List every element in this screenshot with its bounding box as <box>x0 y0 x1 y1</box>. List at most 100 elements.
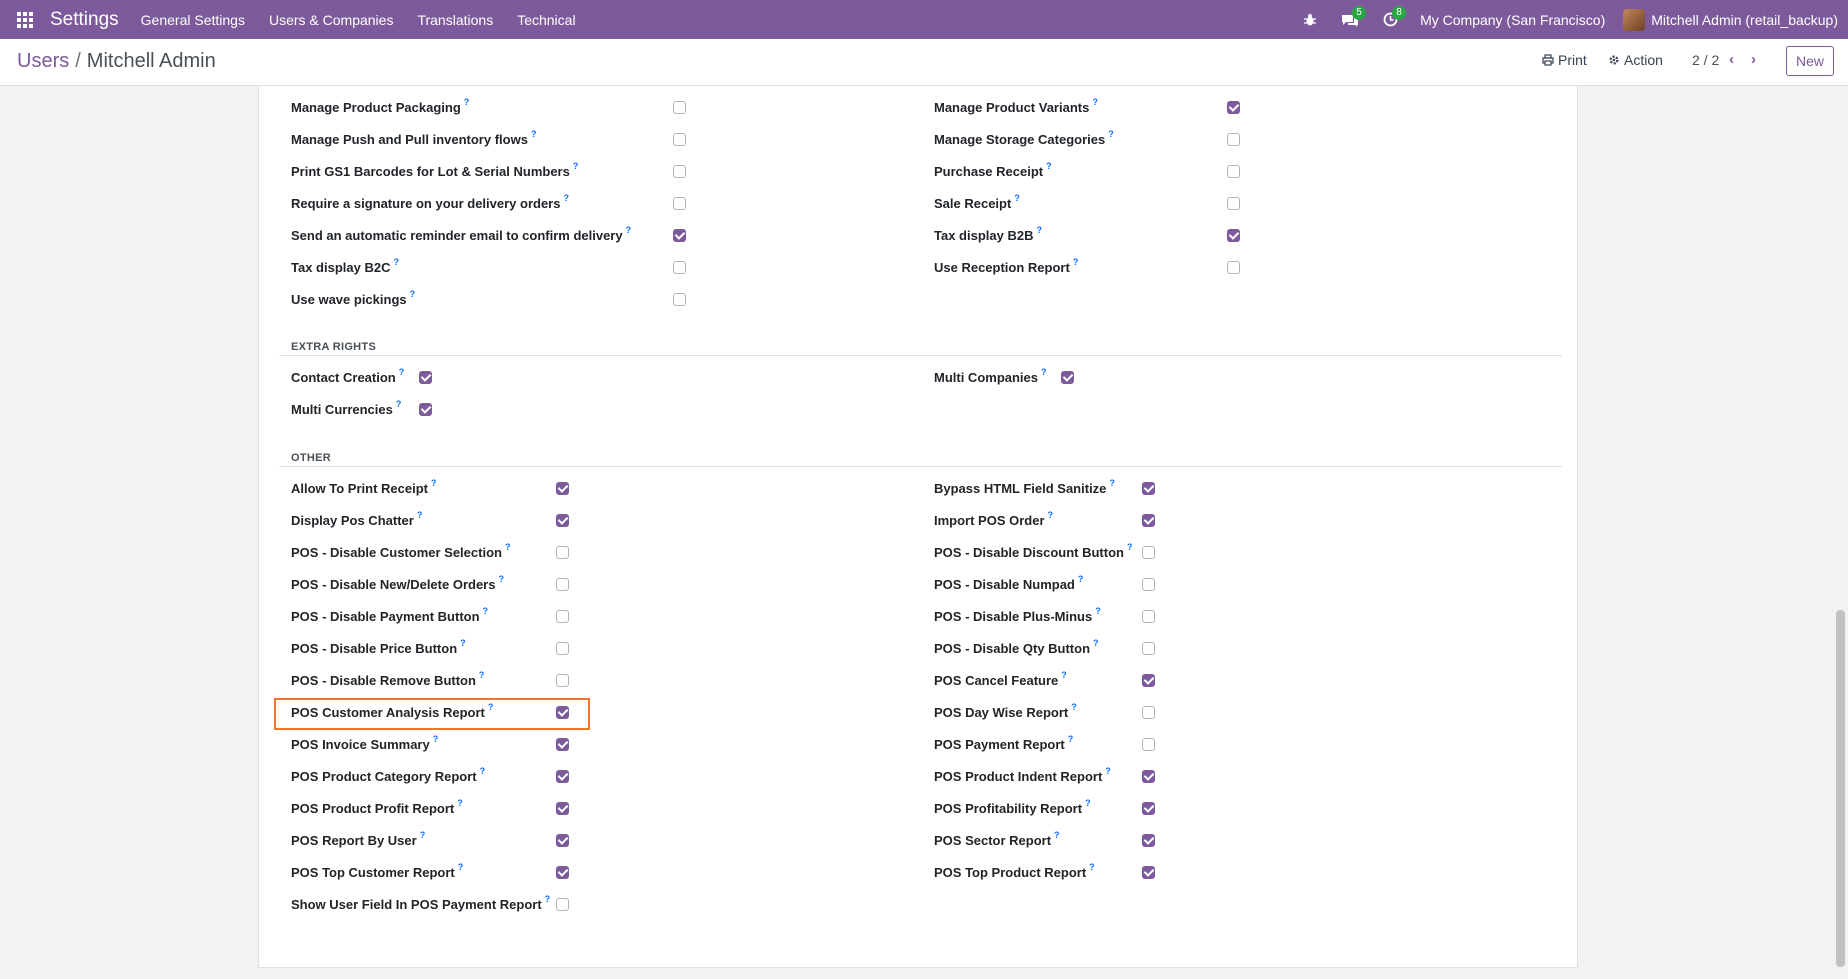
checkbox[interactable] <box>1142 738 1155 751</box>
help-tooltip-icon[interactable]: ? <box>457 798 463 808</box>
help-tooltip-icon[interactable]: ? <box>1092 97 1098 107</box>
menu-users-companies[interactable]: Users & Companies <box>269 12 394 28</box>
checkbox[interactable] <box>1227 101 1240 114</box>
menu-general-settings[interactable]: General Settings <box>141 12 245 28</box>
checkbox[interactable] <box>1227 165 1240 178</box>
help-tooltip-icon[interactable]: ? <box>1068 734 1074 744</box>
help-tooltip-icon[interactable]: ? <box>1078 574 1084 584</box>
activities-clock-icon[interactable]: 8 <box>1370 0 1410 39</box>
help-tooltip-icon[interactable]: ? <box>420 830 426 840</box>
menu-technical[interactable]: Technical <box>517 12 575 28</box>
checkbox[interactable] <box>556 706 569 719</box>
checkbox[interactable] <box>1142 578 1155 591</box>
help-tooltip-icon[interactable]: ? <box>399 367 405 377</box>
checkbox[interactable] <box>556 898 569 911</box>
help-tooltip-icon[interactable]: ? <box>498 574 504 584</box>
checkbox[interactable] <box>1227 197 1240 210</box>
checkbox[interactable] <box>1142 642 1155 655</box>
help-tooltip-icon[interactable]: ? <box>1048 510 1054 520</box>
pager-previous-icon[interactable]: ‹ <box>1729 51 1734 68</box>
checkbox[interactable] <box>1142 514 1155 527</box>
checkbox[interactable] <box>673 101 686 114</box>
debug-bug-icon[interactable] <box>1290 0 1330 39</box>
help-tooltip-icon[interactable]: ? <box>1036 225 1042 235</box>
checkbox[interactable] <box>1142 770 1155 783</box>
checkbox[interactable] <box>673 293 686 306</box>
help-tooltip-icon[interactable]: ? <box>433 734 439 744</box>
print-button[interactable]: Print <box>1542 52 1587 68</box>
checkbox[interactable] <box>1227 229 1240 242</box>
messages-icon[interactable]: 5 <box>1330 0 1370 39</box>
checkbox[interactable] <box>1142 866 1155 879</box>
apps-menu-icon[interactable] <box>0 0 50 39</box>
help-tooltip-icon[interactable]: ? <box>545 894 551 904</box>
help-tooltip-icon[interactable]: ? <box>431 478 437 488</box>
checkbox[interactable] <box>556 642 569 655</box>
checkbox[interactable] <box>556 514 569 527</box>
checkbox[interactable] <box>556 738 569 751</box>
checkbox[interactable] <box>556 610 569 623</box>
help-tooltip-icon[interactable]: ? <box>1109 478 1115 488</box>
help-tooltip-icon[interactable]: ? <box>1041 367 1047 377</box>
checkbox[interactable] <box>1142 674 1155 687</box>
checkbox[interactable] <box>556 866 569 879</box>
help-tooltip-icon[interactable]: ? <box>483 606 489 616</box>
help-tooltip-icon[interactable]: ? <box>1014 193 1020 203</box>
help-tooltip-icon[interactable]: ? <box>393 257 399 267</box>
help-tooltip-icon[interactable]: ? <box>1054 830 1060 840</box>
help-tooltip-icon[interactable]: ? <box>1085 798 1091 808</box>
checkbox[interactable] <box>1227 133 1240 146</box>
checkbox[interactable] <box>1142 482 1155 495</box>
help-tooltip-icon[interactable]: ? <box>1073 257 1079 267</box>
scrollbar[interactable] <box>1836 610 1845 967</box>
help-tooltip-icon[interactable]: ? <box>626 225 632 235</box>
help-tooltip-icon[interactable]: ? <box>460 638 466 648</box>
help-tooltip-icon[interactable]: ? <box>563 193 569 203</box>
help-tooltip-icon[interactable]: ? <box>1105 766 1111 776</box>
avatar[interactable] <box>1623 8 1646 31</box>
checkbox[interactable] <box>556 834 569 847</box>
checkbox[interactable] <box>673 165 686 178</box>
menu-translations[interactable]: Translations <box>417 12 493 28</box>
pager-value[interactable]: 2 / 2 <box>1692 52 1719 68</box>
company-switcher[interactable]: My Company (San Francisco) <box>1420 12 1605 28</box>
checkbox[interactable] <box>556 578 569 591</box>
checkbox[interactable] <box>556 802 569 815</box>
checkbox[interactable] <box>1061 371 1074 384</box>
help-tooltip-icon[interactable]: ? <box>464 97 470 107</box>
checkbox[interactable] <box>556 674 569 687</box>
help-tooltip-icon[interactable]: ? <box>1093 638 1099 648</box>
checkbox[interactable] <box>1142 802 1155 815</box>
checkbox[interactable] <box>1142 610 1155 623</box>
checkbox[interactable] <box>1142 834 1155 847</box>
checkbox[interactable] <box>1227 261 1240 274</box>
help-tooltip-icon[interactable]: ? <box>488 702 494 712</box>
app-brand[interactable]: Settings <box>50 9 119 31</box>
help-tooltip-icon[interactable]: ? <box>1046 161 1052 171</box>
help-tooltip-icon[interactable]: ? <box>531 129 537 139</box>
checkbox[interactable] <box>673 197 686 210</box>
checkbox[interactable] <box>419 403 432 416</box>
help-tooltip-icon[interactable]: ? <box>396 399 402 409</box>
new-button[interactable]: New <box>1786 46 1834 76</box>
pager-next-icon[interactable]: › <box>1751 51 1756 68</box>
checkbox[interactable] <box>673 261 686 274</box>
checkbox[interactable] <box>419 371 432 384</box>
action-button[interactable]: Action <box>1608 52 1663 68</box>
checkbox[interactable] <box>1142 706 1155 719</box>
help-tooltip-icon[interactable]: ? <box>1095 606 1101 616</box>
help-tooltip-icon[interactable]: ? <box>573 161 579 171</box>
help-tooltip-icon[interactable]: ? <box>458 862 464 872</box>
help-tooltip-icon[interactable]: ? <box>1061 670 1067 680</box>
user-menu[interactable]: Mitchell Admin (retail_backup) <box>1651 12 1838 28</box>
help-tooltip-icon[interactable]: ? <box>410 289 416 299</box>
checkbox[interactable] <box>556 546 569 559</box>
help-tooltip-icon[interactable]: ? <box>1108 129 1114 139</box>
help-tooltip-icon[interactable]: ? <box>479 670 485 680</box>
help-tooltip-icon[interactable]: ? <box>417 510 423 520</box>
checkbox[interactable] <box>1142 546 1155 559</box>
checkbox[interactable] <box>673 229 686 242</box>
help-tooltip-icon[interactable]: ? <box>1127 542 1133 552</box>
help-tooltip-icon[interactable]: ? <box>505 542 511 552</box>
checkbox[interactable] <box>556 770 569 783</box>
